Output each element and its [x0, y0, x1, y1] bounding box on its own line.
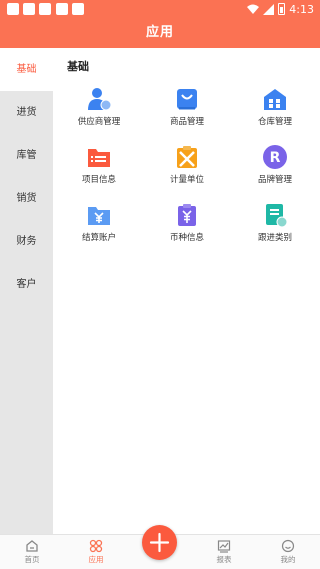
sidebar-item-purchase[interactable]: 进货 — [0, 91, 53, 134]
folder-icon — [88, 149, 110, 167]
app-item-project[interactable]: 项目信息 — [59, 144, 139, 185]
tab-apps[interactable]: 应用 — [76, 539, 116, 565]
apps-icon — [89, 539, 103, 553]
account-folder-icon — [88, 207, 110, 225]
plus-icon — [149, 532, 170, 553]
app-item-goods[interactable]: 商品管理 — [147, 86, 227, 127]
currency-icon — [178, 204, 196, 226]
home-icon — [26, 540, 38, 552]
app-item-settlement-account[interactable]: 结算账户 — [59, 202, 139, 243]
tab-home[interactable]: 首页 — [12, 539, 52, 565]
app-item-unit[interactable]: 计量单位 — [147, 144, 227, 185]
shopping-bag-icon — [177, 89, 197, 110]
sidebar-item-sales[interactable]: 销货 — [0, 177, 53, 220]
app-square-icon — [7, 3, 19, 15]
followup-icon — [266, 204, 288, 228]
measure-icon — [177, 146, 197, 168]
sidebar-item-basic[interactable]: 基础 — [0, 48, 53, 91]
tab-reports[interactable]: 报表 — [204, 539, 244, 565]
status-bar: 4:13 — [0, 0, 320, 18]
supplier-icon — [88, 88, 112, 111]
brand-icon: R — [263, 145, 287, 169]
app-square-icon — [23, 3, 35, 15]
profile-icon — [281, 539, 295, 553]
app-item-currency[interactable]: 币种信息 — [147, 202, 227, 243]
sidebar-item-finance[interactable]: 财务 — [0, 220, 53, 263]
svg-text:R: R — [270, 150, 281, 166]
app-square-icon — [39, 3, 51, 15]
app-grid-panel: 基础 供应商管理 商品管理 仓库管理 项目信息 计量单位 R 品牌管理 结算账户… — [53, 48, 320, 534]
tab-profile[interactable]: 我的 — [268, 539, 308, 565]
sidebar-item-inventory[interactable]: 库管 — [0, 134, 53, 177]
section-title: 基础 — [67, 60, 89, 73]
app-item-supplier[interactable]: 供应商管理 — [59, 86, 139, 127]
app-square-icon — [72, 3, 84, 15]
app-item-brand[interactable]: R 品牌管理 — [235, 144, 315, 185]
sidebar-item-customer[interactable]: 客户 — [0, 263, 53, 306]
wifi-icon — [247, 4, 260, 14]
status-time: 4:13 — [289, 2, 314, 16]
app-square-icon — [56, 3, 68, 15]
battery-icon — [278, 3, 286, 15]
signal-icon — [263, 3, 275, 15]
warehouse-icon — [264, 89, 286, 110]
report-icon — [217, 540, 231, 553]
category-sidebar: 基础 进货 库管 销货 财务 客户 — [0, 48, 53, 534]
page-title: 应用 — [0, 18, 320, 48]
app-item-warehouse[interactable]: 仓库管理 — [235, 86, 315, 127]
add-button[interactable] — [142, 525, 177, 560]
app-item-followup-type[interactable]: 跟进类别 — [235, 202, 315, 243]
